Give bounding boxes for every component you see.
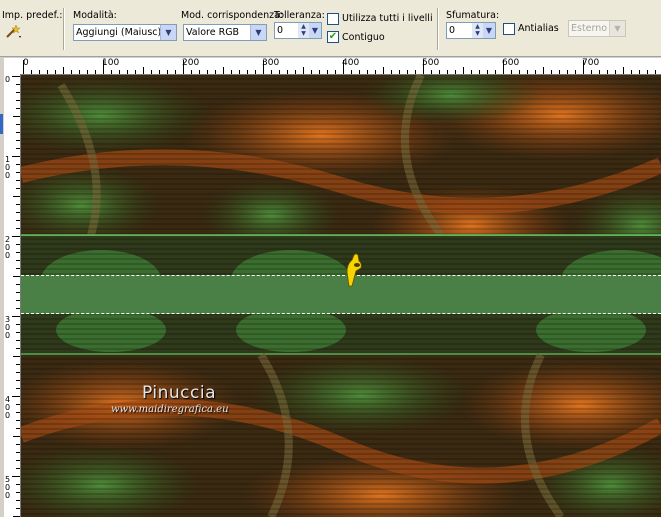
ruler-label: 0 (5, 75, 11, 84)
spin-arrows-icon[interactable]: ▲ ▼ (298, 23, 309, 38)
ruler-label: 0 (23, 58, 29, 68)
mode-select[interactable]: Aggiungi (Maiusc) ▼ (73, 24, 177, 41)
use-all-layers-label: Utilizza tutti i livelli (342, 13, 433, 24)
ruler-label: 400 (5, 395, 11, 420)
match-mode-value: Valore RGB (186, 27, 240, 38)
ruler-label: 100 (5, 155, 11, 180)
chevron-down-icon[interactable]: ▼ (483, 23, 495, 38)
feather-label: Sfumatura: (446, 10, 500, 21)
mode-value: Aggiungi (Maiusc) (76, 27, 162, 38)
ruler-label: 300 (262, 58, 280, 68)
feather-stepper[interactable]: 0 ▲ ▼ ▼ (446, 22, 496, 39)
chevron-down-icon[interactable]: ▼ (309, 23, 321, 38)
preset-label: Imp. predef.: (2, 10, 63, 21)
chevron-down-icon: ▼ (250, 25, 266, 40)
ruler-corner (4, 58, 20, 74)
contiguous-label: Contiguo (342, 32, 385, 43)
match-mode-select[interactable]: Valore RGB ▼ (183, 24, 267, 41)
marquee-selection[interactable] (21, 275, 661, 314)
hand-pointer-icon (346, 253, 362, 287)
tolerance-value: 0 (277, 25, 284, 36)
ruler-label: 600 (502, 58, 520, 68)
ruler-label: 500 (5, 475, 11, 500)
ruler-label: 100 (102, 58, 120, 68)
feather-value: 0 (449, 25, 456, 36)
ruler-label: 700 (582, 58, 600, 68)
checkmark-icon: ✔ (328, 31, 338, 42)
magic-wand-icon (6, 24, 21, 38)
contiguous-checkbox[interactable]: ✔ (327, 31, 339, 43)
horizontal-ruler: 0 100 200 300 400 500 600 700 (20, 58, 661, 75)
separator (437, 8, 439, 50)
tool-options-bar: Imp. predef.: Modalità: Aggiungi (Maiusc… (0, 0, 661, 57)
chevron-down-icon: ▼ (609, 21, 625, 36)
ruler-label: 500 (422, 58, 440, 68)
antialias-mode-value: Esterno (571, 23, 608, 34)
ruler-label: 200 (5, 235, 11, 260)
chevron-down-icon: ▼ (160, 25, 176, 40)
preset-dropdown[interactable] (4, 24, 22, 40)
tolerance-stepper[interactable]: 0 ▲ ▼ ▼ (274, 22, 322, 39)
panel-tab-marker[interactable] (0, 114, 3, 134)
antialias-checkbox[interactable] (503, 23, 515, 35)
watermark-url: www.maidiregrafica.eu (111, 404, 229, 415)
ruler-label: 200 (182, 58, 200, 68)
watermark-name: Pinuccia (142, 383, 216, 403)
spin-arrows-icon[interactable]: ▲ ▼ (472, 23, 483, 38)
vertical-ruler: 0 100 200 300 400 500 (4, 74, 21, 517)
mode-label: Modalità: (73, 10, 117, 21)
tolerance-label: Tolleranza: (274, 10, 325, 21)
ruler-label: 300 (5, 315, 11, 340)
antialias-mode-select[interactable]: Esterno ▼ (568, 20, 626, 37)
antialias-label: Antialias (518, 23, 559, 34)
match-mode-label: Mod. corrispondenza: (181, 10, 284, 21)
ruler-label: 400 (342, 58, 360, 68)
use-all-layers-checkbox[interactable] (327, 13, 339, 25)
separator (63, 8, 65, 50)
